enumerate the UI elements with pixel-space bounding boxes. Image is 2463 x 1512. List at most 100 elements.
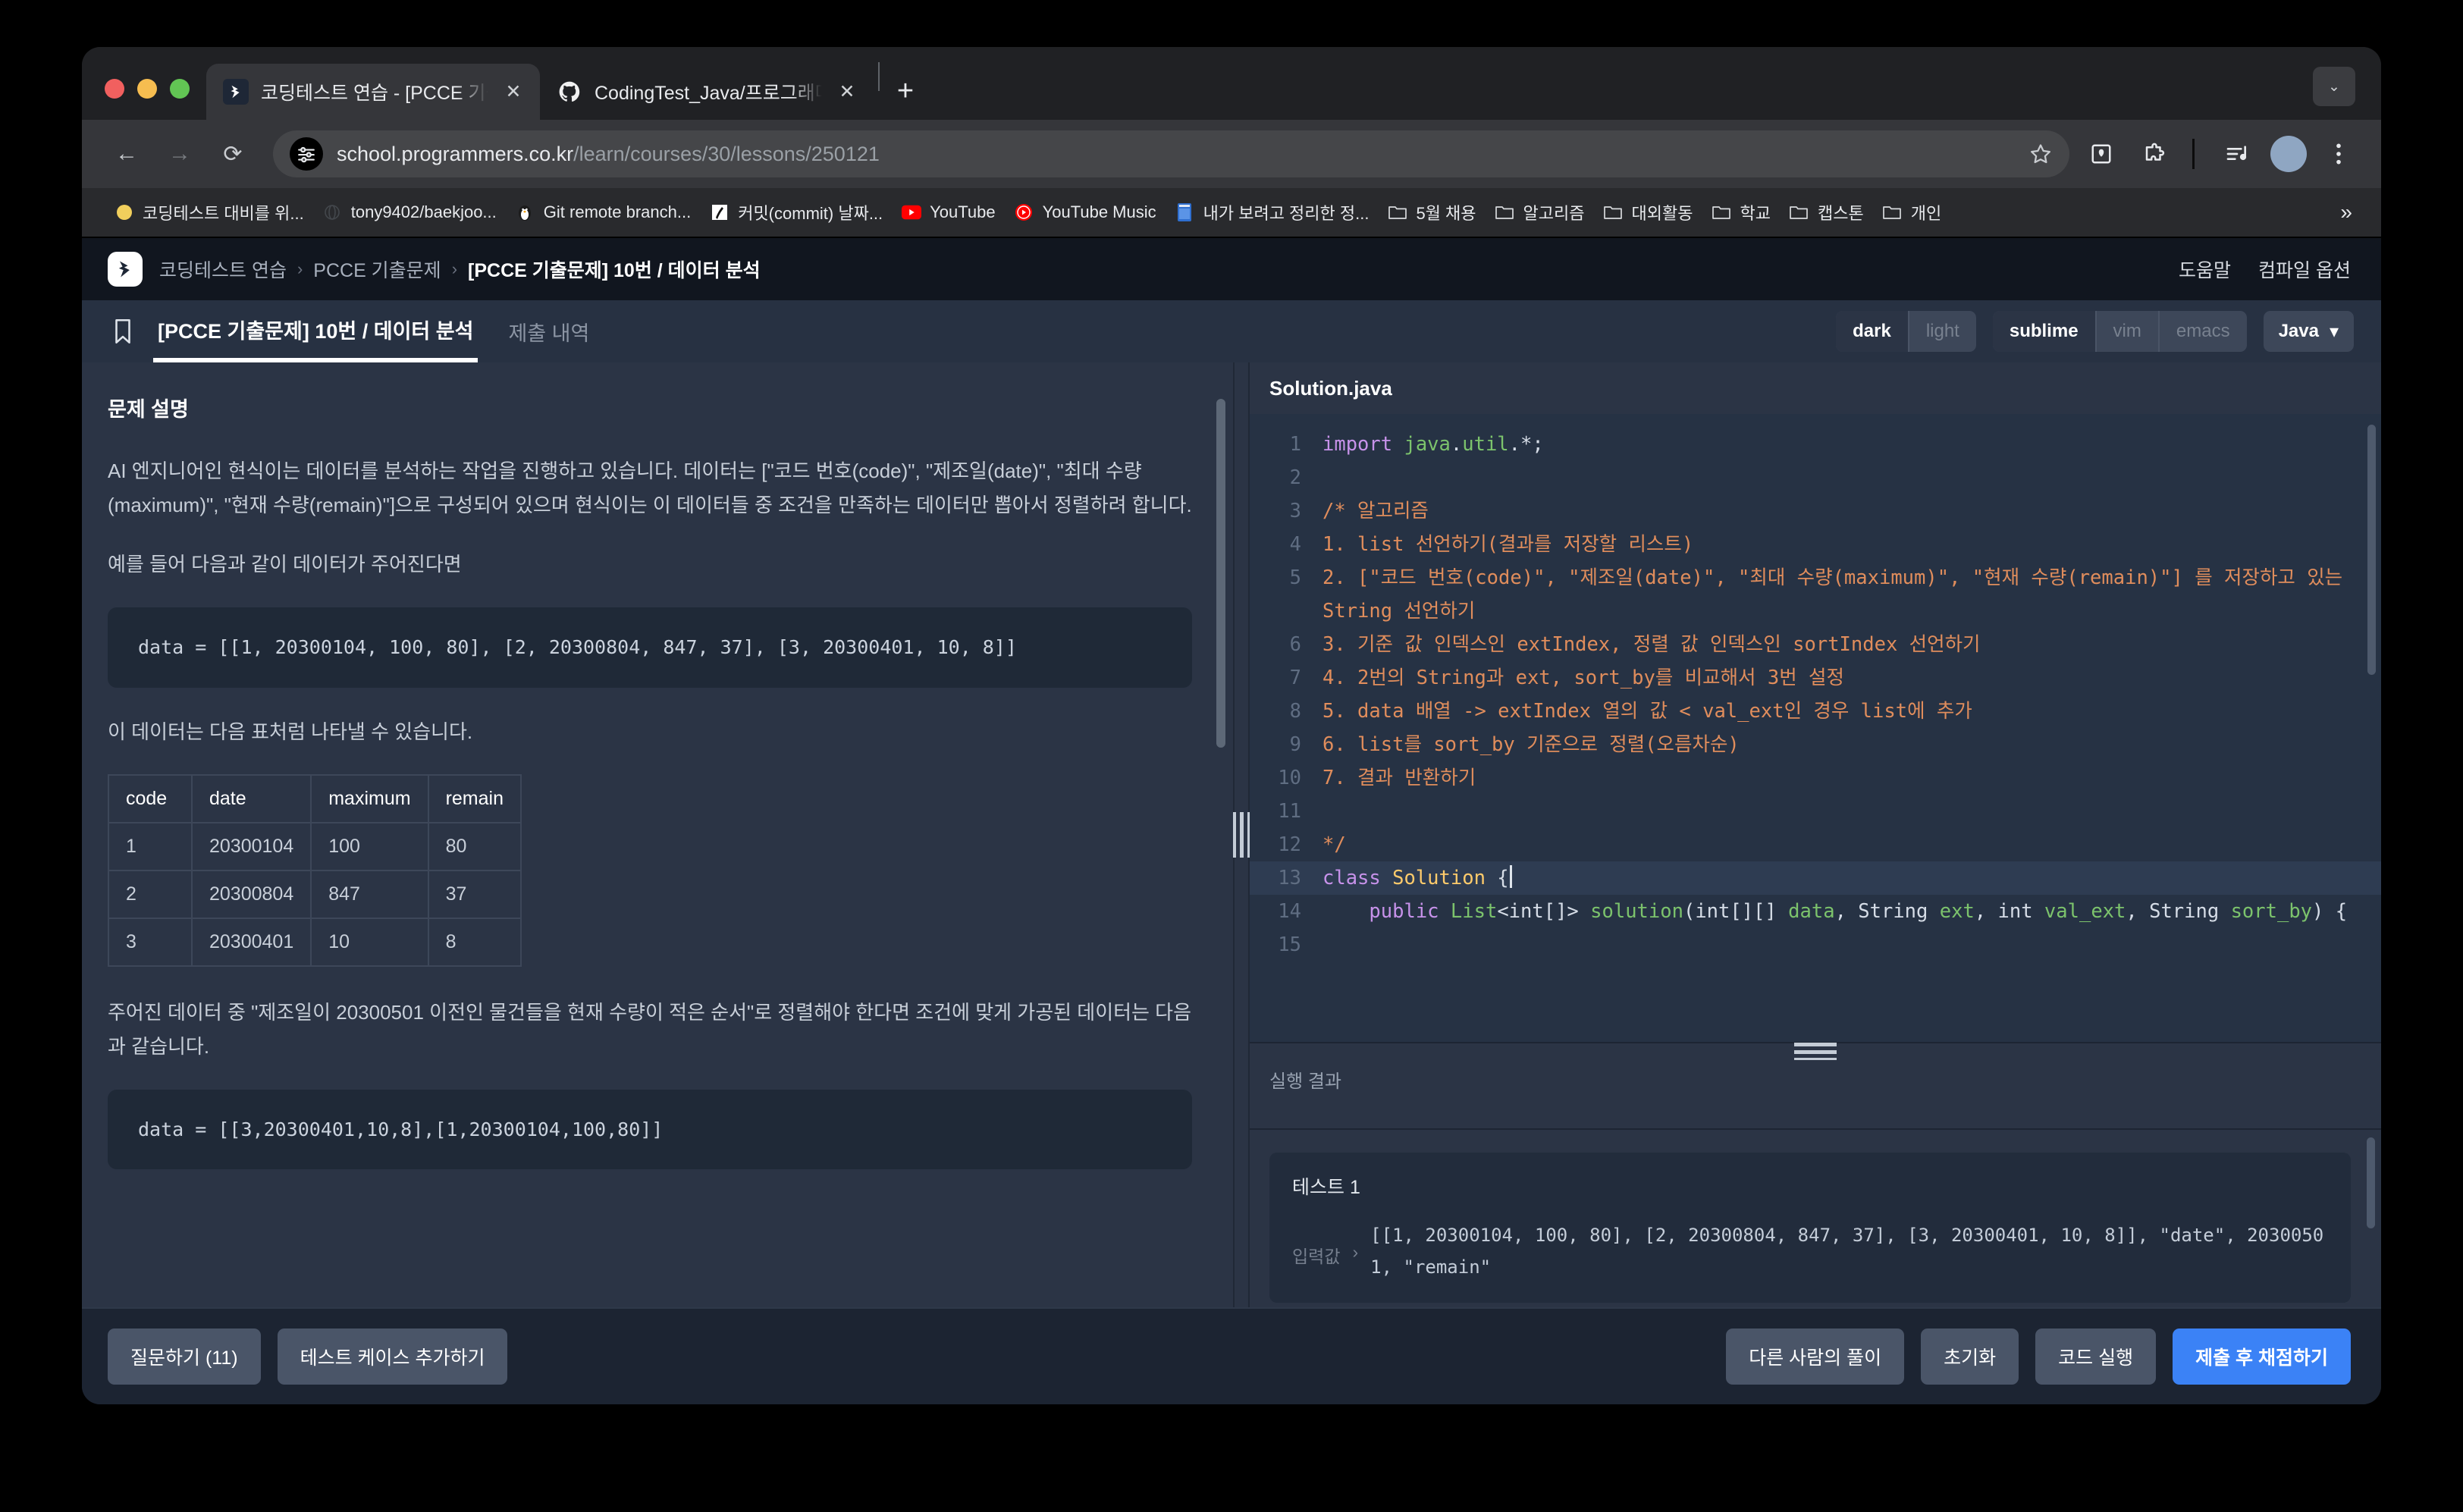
line-number: 5 (1289, 566, 1301, 589)
breadcrumb-item-0[interactable]: 코딩테스트 연습 (159, 256, 287, 283)
bookmark-label: 학교 (1740, 204, 1771, 223)
vertical-split-handle[interactable] (1232, 362, 1251, 1307)
bookmark-outline-icon[interactable] (108, 316, 138, 347)
run-code-button[interactable]: 코드 실행 (2035, 1328, 2157, 1385)
close-icon[interactable]: ✕ (500, 79, 526, 105)
bookmark-item[interactable]: 5월 채용 (1378, 195, 1485, 230)
editor-line[interactable]: 10 7. 결과 반환하기 (1250, 761, 2381, 795)
editor-line[interactable]: 11 (1250, 795, 2381, 828)
other-solutions-button[interactable]: 다른 사람의 풀이 (1726, 1328, 1905, 1385)
tab-problem-description[interactable]: [PCCE 기출문제] 10번 / 데이터 분석 (153, 300, 478, 362)
extensions-icon[interactable] (2133, 133, 2176, 175)
folder-icon (1603, 202, 1624, 223)
editor-line[interactable]: 2 (1250, 461, 2381, 494)
programmers-logo-icon[interactable] (108, 252, 143, 287)
close-window-button[interactable] (105, 79, 124, 99)
editor-line[interactable]: 3 /* 알고리즘 (1250, 494, 2381, 528)
reading-mode-icon[interactable] (2080, 133, 2123, 175)
media-controls-icon[interactable] (2216, 133, 2258, 175)
chevron-down-icon: ▾ (2329, 321, 2339, 342)
editor-line[interactable]: 9 6. list를 sort_by 기준으로 정렬(오름차순) (1250, 728, 2381, 761)
forward-icon[interactable]: → (156, 130, 203, 177)
editor-line[interactable]: 6 3. 기준 값 인덱스인 extIndex, 정렬 값 인덱스인 sortIn… (1250, 628, 2381, 661)
editor-line[interactable]: 15 (1250, 928, 2381, 961)
line-number: 8 (1289, 700, 1301, 723)
drag-grip-icon (1794, 1042, 1837, 1062)
keymap-option-sublime[interactable]: sublime (1992, 311, 2095, 352)
editor-line-content: 1. list 선언하기(결과를 저장할 리스트) (1322, 533, 1694, 556)
new-tab-button[interactable]: + (884, 70, 927, 112)
problem-pane-scrollbar[interactable] (1216, 399, 1225, 748)
editor-line-content: 3. 기준 값 인덱스인 extIndex, 정렬 값 인덱스인 sortInd… (1322, 633, 1981, 656)
horizontal-split-handle[interactable] (1250, 1042, 2381, 1062)
editor-line-content: 6. list를 sort_by 기준으로 정렬(오름차순) (1322, 733, 1740, 756)
breadcrumb-separator: › (297, 259, 303, 278)
line-number: 7 (1289, 667, 1301, 689)
keymap-option-vim[interactable]: vim (2094, 311, 2158, 352)
result-scrollbar[interactable] (2367, 1137, 2375, 1228)
bookmark-item[interactable]: 대외활동 (1594, 195, 1702, 230)
line-number: 3 (1289, 500, 1301, 522)
bookmark-star-icon[interactable] (2019, 133, 2062, 175)
bookmark-label: tony9402/baekjoo... (350, 202, 497, 221)
editor-line[interactable]: 8 5. data 배열 -> extIndex 열의 값 < val_ext인 … (1250, 695, 2381, 728)
keymap-toggle: sublime vim emacs (1992, 311, 2247, 352)
bookmark-item[interactable]: 커밋(commit) 날짜... (700, 195, 892, 230)
reset-button[interactable]: 초기화 (1921, 1328, 2019, 1385)
compile-options-link[interactable]: 컴파일 옵션 (2258, 256, 2351, 283)
editor-line[interactable]: 14 public List<int[]> solution(int[][] d… (1250, 895, 2381, 928)
bookmark-item[interactable]: YouTube (892, 197, 1004, 228)
bookmark-item[interactable]: tony9402/baekjoo... (313, 197, 506, 228)
site-settings-icon[interactable] (290, 137, 323, 171)
reload-icon[interactable]: ⟳ (209, 130, 256, 177)
editor-line[interactable]: 12 */ (1250, 828, 2381, 861)
minimize-window-button[interactable] (137, 79, 157, 99)
keymap-option-emacs[interactable]: emacs (2157, 311, 2247, 352)
language-select[interactable]: Java ▾ (2263, 311, 2354, 352)
bookmark-item[interactable]: 학교 (1702, 195, 1779, 230)
submit-and-grade-button[interactable]: 제출 후 채점하기 (2173, 1328, 2351, 1385)
drag-grip-icon (1232, 812, 1251, 858)
editor-line[interactable]: 7 4. 2번의 String과 ext, sort_by를 비교해서 3번 설정 (1250, 661, 2381, 695)
close-icon[interactable]: ✕ (834, 79, 860, 105)
table-row: 2 20300804 847 37 (108, 870, 522, 920)
table-row: 3 20300401 10 8 (108, 918, 522, 968)
theme-option-dark[interactable]: dark (1836, 311, 1908, 352)
profile-avatar[interactable] (2270, 136, 2307, 172)
editor-line-content (1322, 461, 2381, 494)
editor-line[interactable]: 4 1. list 선언하기(결과를 저장할 리스트) (1250, 528, 2381, 561)
editor-line[interactable]: 1 import java.util.*; (1250, 428, 2381, 461)
bookmarks-overflow-icon[interactable]: » (2331, 197, 2361, 227)
bookmark-item[interactable]: 캡스톤 (1780, 195, 1873, 230)
tab-submission-history[interactable]: 제출 내역 (504, 300, 594, 362)
back-icon[interactable]: ← (103, 130, 150, 177)
theme-option-light[interactable]: light (1907, 311, 1976, 352)
chrome-menu-icon[interactable] (2317, 133, 2360, 175)
bookmark-item[interactable]: YouTube Music (1005, 197, 1166, 228)
browser-tab-inactive[interactable]: CodingTest_Java/프로그래머스/ ✕ (540, 64, 874, 120)
bookmark-item[interactable]: 내가 보려고 정리한 정... (1166, 195, 1379, 230)
line-number: 14 (1278, 900, 1301, 923)
bookmark-item[interactable]: 개인 (1873, 195, 1950, 230)
editor-line-content: 4. 2번의 String과 ext, sort_by를 비교해서 3번 설정 (1322, 667, 1844, 689)
code-editor[interactable]: 1 import java.util.*; 2 3 /* 알고리즘 4 1. list 선… (1250, 414, 2381, 1042)
ask-question-button[interactable]: 질문하기 (11) (108, 1328, 261, 1385)
help-link[interactable]: 도움말 (2179, 256, 2231, 283)
editor-line[interactable]: 5 2. ["코드 번호(code)", "제조일(date)", "최대 수량(… (1250, 561, 2381, 628)
line-number: 9 (1289, 733, 1301, 756)
address-bar[interactable]: school.programmers.co.kr/learn/courses/3… (273, 130, 2069, 177)
add-test-case-button[interactable]: 테스트 케이스 추가하기 (277, 1328, 508, 1385)
editor-line[interactable]: 13 class Solution { (1250, 861, 2381, 895)
browser-tab-title: CodingTest_Java/프로그래머스/ (595, 83, 822, 104)
breadcrumb: 코딩테스트 연습 › PCCE 기출문제 › [PCCE 기출문제] 10번 /… (159, 256, 761, 283)
browser-toolbar: ← → ⟳ school.programmers.co.kr/learn/cou… (82, 120, 2381, 188)
bookmark-item[interactable]: 코딩테스트 대비를 위... (105, 195, 313, 230)
line-number: 4 (1289, 533, 1301, 556)
tab-search-button[interactable]: ⌄ (2313, 67, 2355, 106)
browser-tab-active[interactable]: 코딩테스트 연습 - [PCCE 기출문제 ✕ (206, 64, 540, 120)
maximize-window-button[interactable] (170, 79, 190, 99)
bookmark-item[interactable]: Git remote branch... (506, 197, 700, 228)
editor-scrollbar[interactable] (2367, 425, 2376, 675)
breadcrumb-item-1[interactable]: PCCE 기출문제 (313, 256, 441, 283)
bookmark-item[interactable]: 알고리즘 (1486, 195, 1594, 230)
